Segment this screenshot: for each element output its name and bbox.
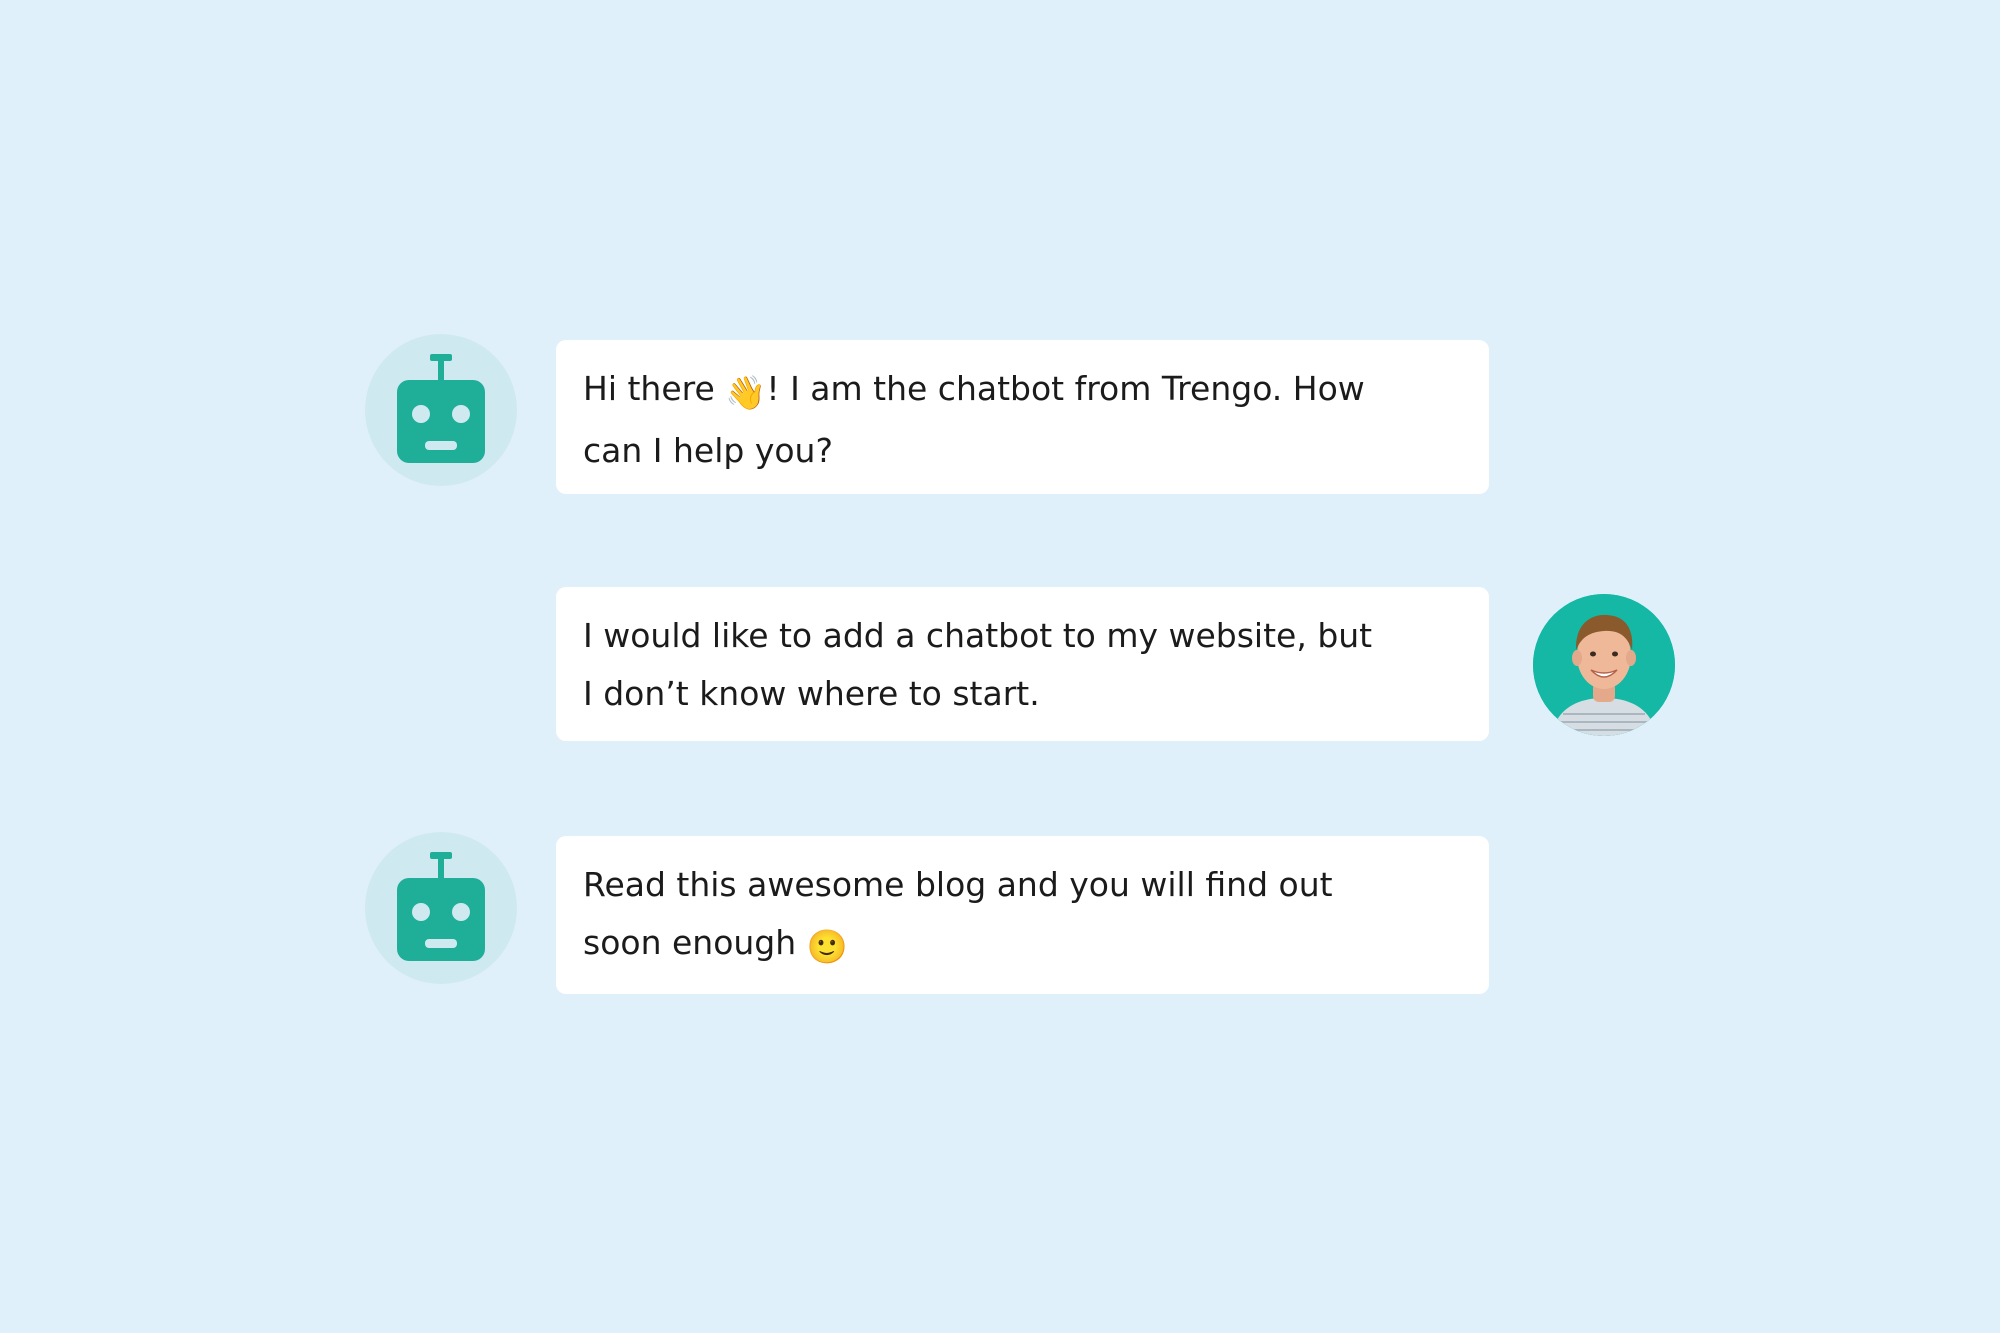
user-photo-avatar: [1533, 594, 1675, 736]
chat-message-bot: Read this awesome blog and you will find…: [556, 836, 1489, 994]
message-text: Hi there 👋! I am the chatbot from Trengo…: [583, 360, 1373, 480]
slightly-smiling-face-emoji: 🙂: [806, 927, 848, 966]
chat-message-bot: Hi there 👋! I am the chatbot from Trengo…: [556, 340, 1489, 494]
user-avatar: [1533, 594, 1675, 736]
robot-icon: [397, 354, 485, 463]
bot-avatar: [365, 334, 517, 486]
message-text: I would like to add a chatbot to my webs…: [583, 616, 1373, 713]
message-text: Read this awesome blog and you will find…: [583, 856, 1373, 976]
robot-icon: [397, 852, 485, 961]
bot-avatar: [365, 832, 517, 984]
waving-hand-emoji: 👋: [725, 373, 767, 412]
chat-message-user: I would like to add a chatbot to my webs…: [556, 587, 1489, 741]
